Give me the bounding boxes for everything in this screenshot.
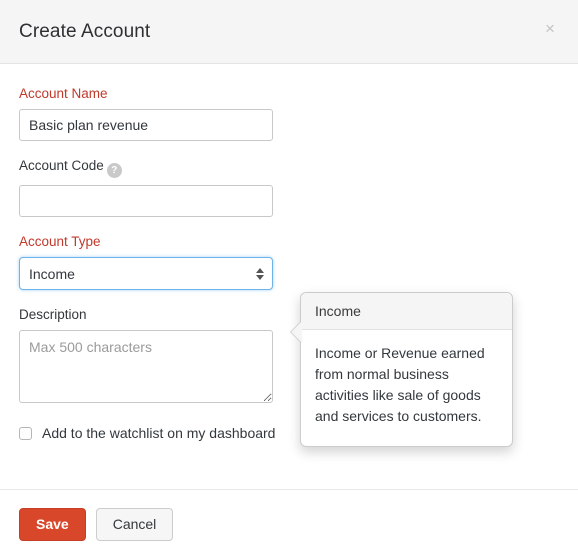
account-type-select[interactable]: Income [19,257,273,290]
account-code-label: Account Code? [19,158,559,178]
field-account-type: Account Type Income [19,234,559,290]
tooltip-header: Income [301,293,512,330]
dialog-header: Create Account × [0,0,578,64]
dialog-footer: Save Cancel [0,489,578,559]
create-account-dialog: Create Account × Account Name Account Co… [0,0,578,559]
watchlist-checkbox[interactable] [19,426,32,440]
description-textarea[interactable] [19,330,273,403]
field-account-code: Account Code? [19,158,559,217]
account-name-label: Account Name [19,86,108,101]
account-type-label: Account Type [19,234,101,249]
cancel-button[interactable]: Cancel [95,508,174,541]
account-code-label-text: Account Code [19,158,104,173]
watchlist-label[interactable]: Add to the watchlist on my dashboard [42,425,275,441]
tooltip-arrow-inner-icon [291,321,302,343]
close-icon[interactable]: × [540,18,560,38]
field-account-name: Account Name [19,86,559,141]
save-button[interactable]: Save [19,508,86,541]
dialog-body: Account Name Account Code? Account Type … [0,64,578,489]
account-type-selected-value: Income [29,265,75,282]
account-type-tooltip: Income Income or Revenue earned from nor… [290,292,513,447]
account-type-select-wrapper: Income [19,257,273,290]
tooltip-body: Income or Revenue earned from normal bus… [315,345,485,424]
page-title: Create Account [19,20,151,42]
help-icon[interactable]: ? [106,163,122,178]
account-name-input[interactable] [19,109,273,141]
account-code-input[interactable] [19,185,273,217]
